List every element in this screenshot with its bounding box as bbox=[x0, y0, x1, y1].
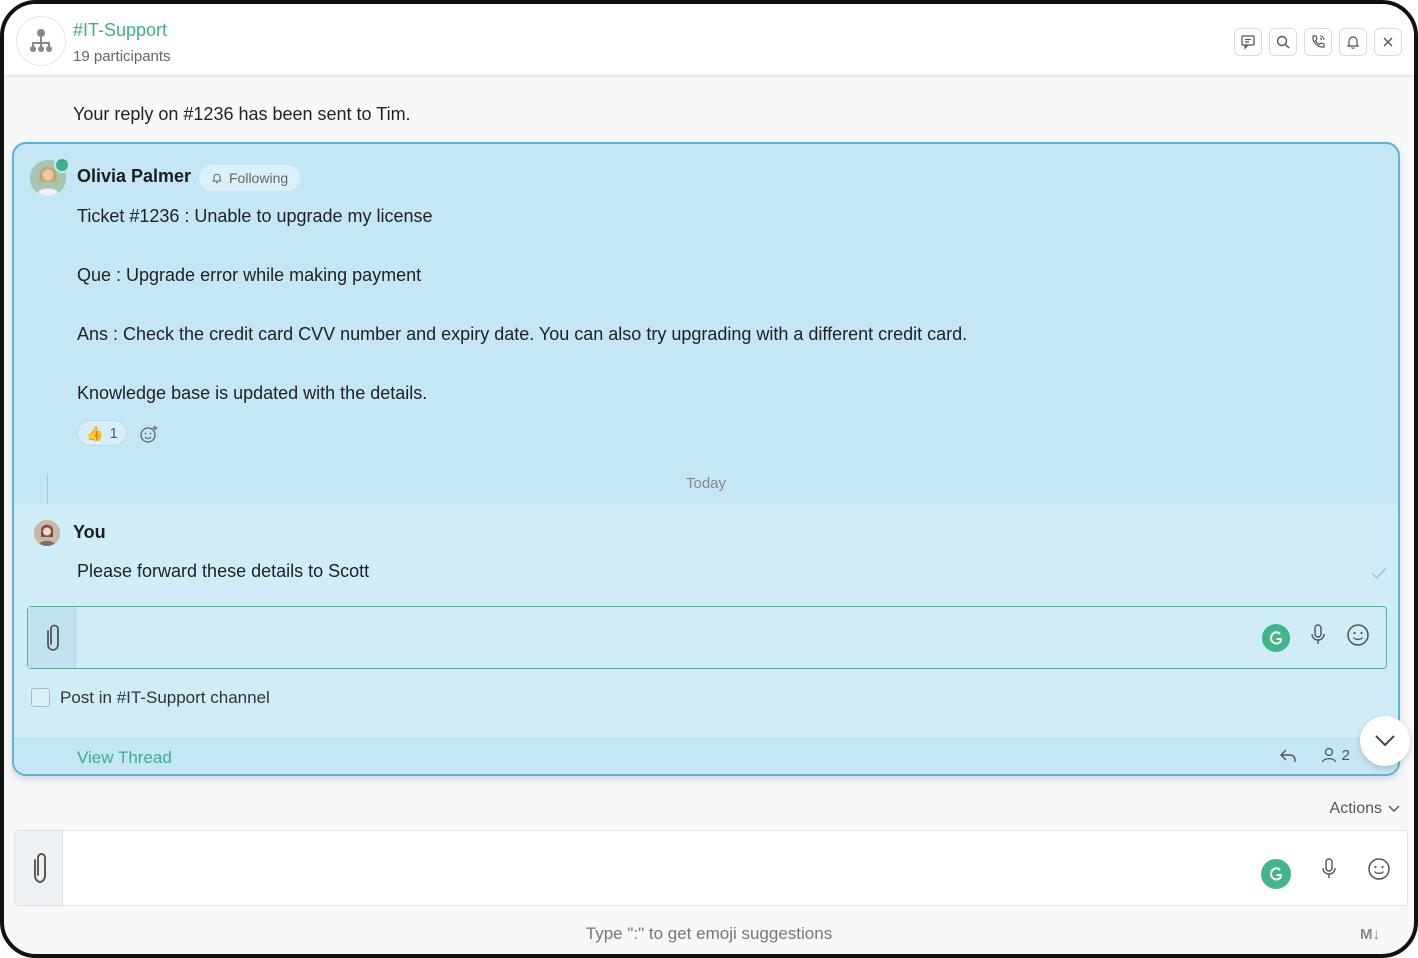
channel-header: #IT-Support 19 participants bbox=[4, 4, 1414, 76]
scroll-down-button[interactable] bbox=[1360, 716, 1410, 766]
app-window: #IT-Support 19 participants Your reply o… bbox=[0, 0, 1418, 958]
following-badge[interactable]: Following bbox=[199, 165, 301, 191]
following-label: Following bbox=[229, 170, 289, 186]
add-reaction-button[interactable] bbox=[139, 424, 159, 449]
input-actions bbox=[1262, 623, 1370, 652]
you-avatar[interactable] bbox=[34, 520, 60, 546]
reaction-count: 1 bbox=[109, 424, 118, 442]
thread-participants[interactable]: 2 bbox=[1320, 746, 1350, 764]
chat-button[interactable] bbox=[1234, 28, 1262, 56]
thread-footer: View Thread 2 bbox=[14, 738, 1398, 774]
paperclip-icon bbox=[46, 624, 59, 651]
emoji-button[interactable] bbox=[1367, 857, 1391, 886]
message-composer[interactable] bbox=[14, 830, 1408, 906]
chat-icon bbox=[1241, 35, 1255, 50]
bell-icon bbox=[211, 173, 223, 184]
close-button[interactable] bbox=[1374, 28, 1402, 56]
bell-icon bbox=[1346, 36, 1360, 49]
smiley-icon bbox=[1368, 857, 1390, 880]
header-toolbar bbox=[1234, 28, 1402, 56]
thumbs-up-icon: 👍 bbox=[86, 424, 104, 441]
reply-text: Please forward these details to Scott bbox=[77, 561, 370, 581]
smiley-icon bbox=[1347, 624, 1369, 646]
read-check-icon bbox=[1370, 566, 1388, 585]
post-in-channel-checkbox[interactable] bbox=[31, 688, 50, 707]
chat-badge-icon bbox=[54, 157, 70, 173]
microphone-button[interactable] bbox=[1308, 623, 1328, 652]
microphone-icon bbox=[1322, 857, 1336, 878]
add-emoji-icon bbox=[140, 425, 158, 443]
view-thread-link[interactable]: View Thread bbox=[77, 748, 172, 768]
participant-count[interactable]: 19 participants bbox=[73, 48, 171, 65]
reply-author: You bbox=[73, 522, 106, 542]
search-button[interactable] bbox=[1269, 28, 1297, 56]
attach-button[interactable] bbox=[15, 831, 63, 905]
actions-dropdown[interactable]: Actions bbox=[1330, 800, 1400, 818]
system-notice: Your reply on #1236 has been sent to Tim… bbox=[73, 104, 411, 124]
notifications-button[interactable] bbox=[1339, 28, 1367, 56]
channel-avatar[interactable] bbox=[16, 16, 66, 66]
reply-button[interactable] bbox=[1278, 746, 1298, 771]
reply-icon bbox=[1280, 749, 1296, 762]
emoji-button[interactable] bbox=[1346, 623, 1370, 652]
post-in-channel-label[interactable]: Post in #IT-Support channel bbox=[60, 688, 270, 708]
paperclip-icon bbox=[33, 853, 46, 883]
chevron-down-icon bbox=[1375, 735, 1395, 747]
person-icon bbox=[1321, 747, 1336, 763]
thread-reply-input[interactable] bbox=[27, 606, 1387, 669]
thread-card: Olivia Palmer Following Ticket #1236 : U… bbox=[12, 142, 1400, 776]
emoji-hint: Type ":" to get emoji suggestions bbox=[585, 924, 833, 943]
date-divider: Today bbox=[685, 474, 727, 492]
microphone-button[interactable] bbox=[1319, 857, 1339, 886]
thread-participant-count: 2 bbox=[1341, 746, 1350, 764]
message-line: Ans : Check the credit card CVV number a… bbox=[77, 324, 968, 344]
org-chart-icon bbox=[30, 29, 52, 52]
message-line: Knowledge base is updated with the detai… bbox=[77, 383, 428, 403]
call-button[interactable] bbox=[1304, 28, 1332, 56]
chevron-down-icon bbox=[1388, 805, 1400, 812]
grammarly-icon[interactable] bbox=[1261, 859, 1291, 889]
thumbs-up-reaction[interactable]: 👍 1 bbox=[77, 420, 127, 446]
message-line: Ticket #1236 : Unable to upgrade my lice… bbox=[77, 206, 433, 226]
channel-name[interactable]: #IT-Support bbox=[73, 20, 167, 41]
message-line: Que : Upgrade error while making payment bbox=[77, 265, 422, 285]
call-icon bbox=[1312, 35, 1325, 48]
attach-button[interactable] bbox=[28, 607, 76, 668]
close-icon bbox=[1383, 37, 1393, 47]
reply-area: You Please forward these details to Scot… bbox=[14, 504, 1398, 774]
microphone-icon bbox=[1311, 624, 1325, 644]
actions-label: Actions bbox=[1329, 800, 1382, 817]
markdown-icon[interactable]: M↓ bbox=[1360, 926, 1380, 943]
grammarly-icon[interactable] bbox=[1262, 623, 1290, 652]
search-icon bbox=[1276, 35, 1290, 49]
composer-actions bbox=[1261, 853, 1391, 889]
message-author[interactable]: Olivia Palmer bbox=[77, 166, 191, 187]
